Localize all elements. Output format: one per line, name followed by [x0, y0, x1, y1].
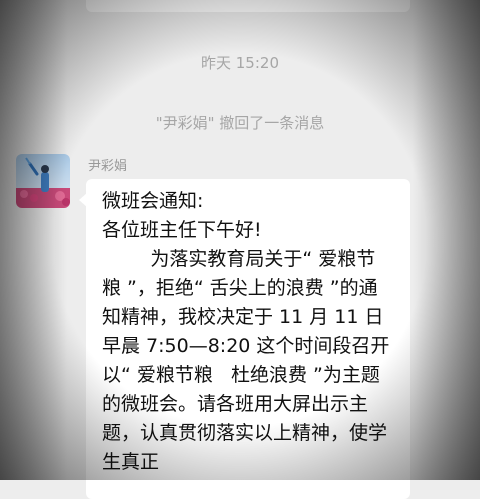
message-timestamp: 昨天 15:20 — [201, 54, 279, 72]
message-text: 微班会通知: 各位班主任下午好! 为落实教育局关于“ 爱粮节粮 ”，拒绝“ 舌尖… — [102, 190, 390, 473]
message-bubble[interactable]: 微班会通知: 各位班主任下午好! 为落实教育局关于“ 爱粮节粮 ”，拒绝“ 舌尖… — [79, 179, 410, 499]
sender-name: 尹彩娟 — [88, 159, 128, 174]
recall-notice: "尹彩娟" 撤回了一条消息 — [155, 114, 325, 132]
previous-message-bubble[interactable] — [86, 0, 410, 12]
avatar[interactable] — [16, 154, 70, 208]
avatar-photo-icon — [16, 154, 70, 208]
